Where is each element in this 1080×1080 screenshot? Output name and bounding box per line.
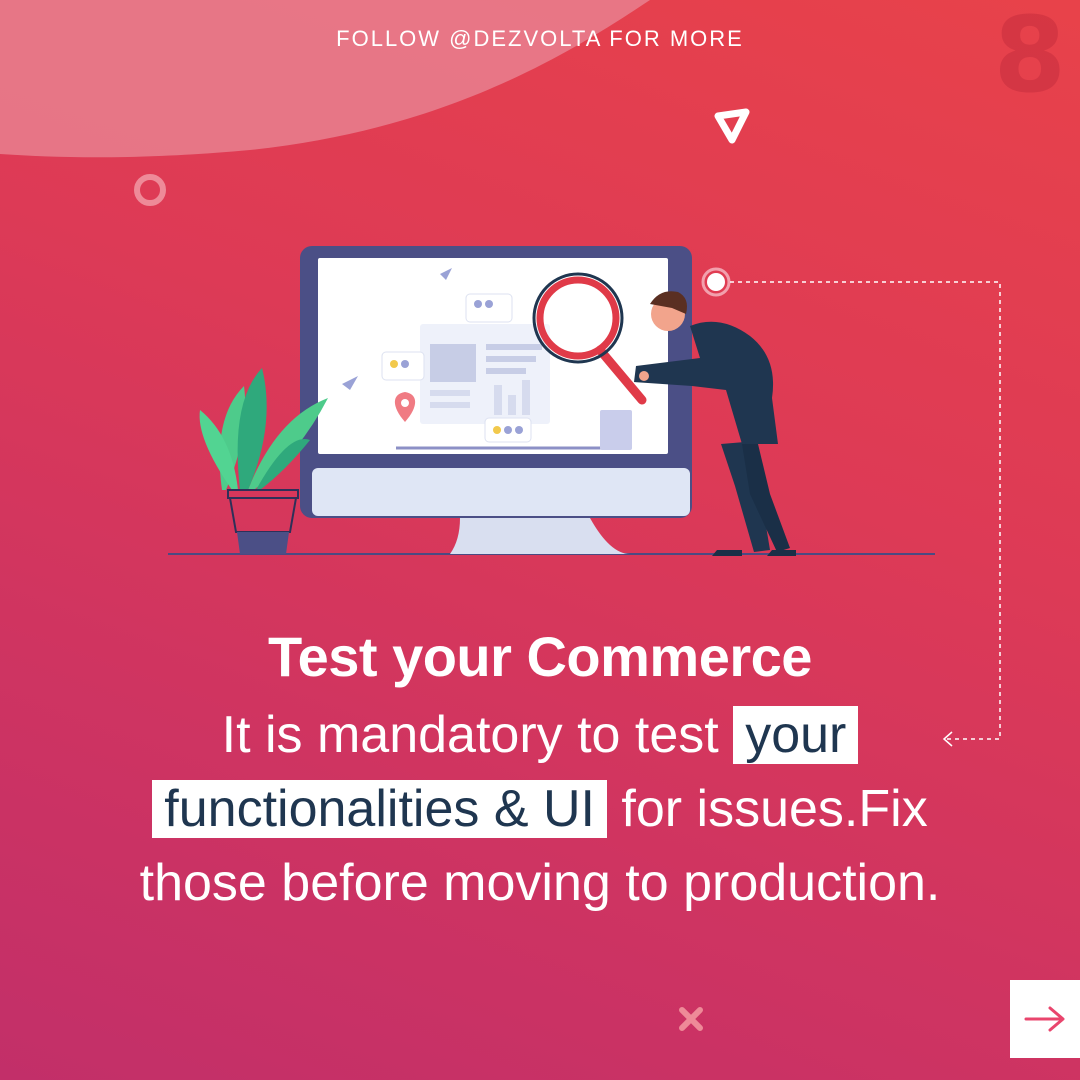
body-line-3: those before moving to production. xyxy=(40,846,1040,920)
monitor-icon xyxy=(300,246,692,554)
body-text-part: for issues.Fix xyxy=(621,780,928,838)
body-line-1: It is mandatory to test your xyxy=(40,698,1040,772)
body-text-part: those before moving to production. xyxy=(139,854,941,912)
highlight-functionalities: functionalities & UI xyxy=(152,780,607,838)
highlight-your: your xyxy=(733,706,859,764)
arrow-right-icon xyxy=(1024,1006,1065,1032)
page-number: 8 xyxy=(993,0,1066,116)
next-slide-button[interactable] xyxy=(1010,980,1080,1058)
slide-title: Test your Commerce xyxy=(268,625,812,688)
body-line-2: functionalities & UI for issues.Fix xyxy=(40,772,1040,846)
ring-decoration xyxy=(134,174,166,206)
triangle-decoration xyxy=(714,108,750,144)
follow-banner: FOLLOW @DEZVOLTA FOR MORE xyxy=(336,26,744,51)
testing-illustration xyxy=(168,246,935,556)
slide: FOLLOW @DEZVOLTA FOR MORE 8 Test your Co… xyxy=(0,0,1080,1080)
cross-decoration xyxy=(679,1007,703,1031)
body-text-part: It is mandatory to test xyxy=(221,706,719,764)
body-paragraph: It is mandatory to test your functionali… xyxy=(40,698,1040,920)
